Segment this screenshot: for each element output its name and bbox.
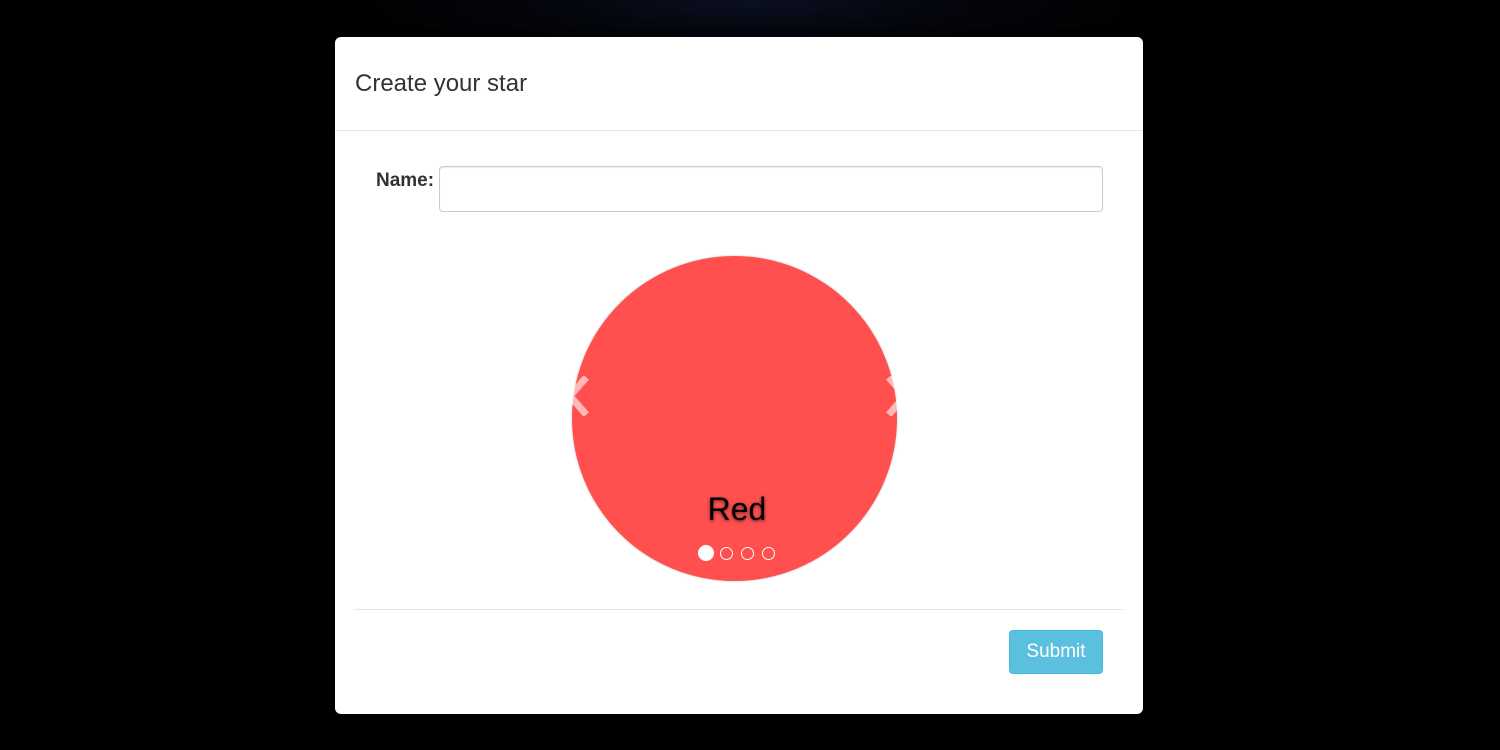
name-input[interactable] xyxy=(439,166,1103,212)
carousel-prev-button[interactable] xyxy=(562,376,592,416)
carousel-indicator-2[interactable] xyxy=(720,546,733,560)
carousel-indicator-1[interactable] xyxy=(698,545,714,561)
carousel-indicators xyxy=(698,545,783,561)
modal-footer-divider xyxy=(355,609,1123,610)
carousel-caption: Red xyxy=(707,491,767,527)
name-form-row: Name: xyxy=(355,166,1103,212)
carousel-indicator-4[interactable] xyxy=(762,546,775,560)
modal-title: Create your star xyxy=(355,70,528,97)
modal-header: Create your star xyxy=(335,37,1143,131)
chevron-left-icon xyxy=(565,376,589,416)
carousel-next-button[interactable] xyxy=(883,376,913,416)
chevron-right-icon xyxy=(886,376,910,416)
carousel-indicator-3[interactable] xyxy=(741,546,754,560)
create-star-modal: Create your star Name: Red Submit xyxy=(335,37,1143,714)
color-swatch-circle xyxy=(572,256,897,581)
name-label: Name: xyxy=(376,170,435,191)
color-carousel[interactable]: Red xyxy=(565,256,910,581)
submit-button[interactable]: Submit xyxy=(1009,630,1103,674)
